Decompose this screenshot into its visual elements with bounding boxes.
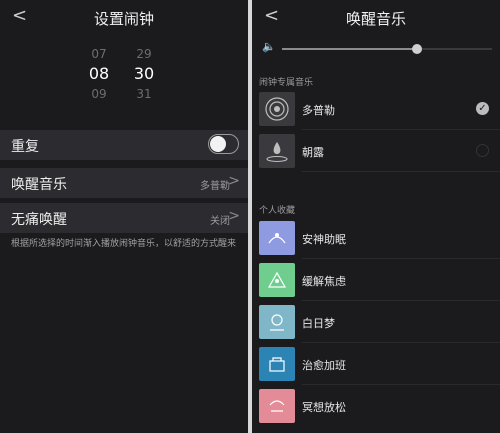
time-picker[interactable]: 07 08 09 29 30 31 bbox=[0, 44, 248, 106]
music-cover bbox=[259, 92, 295, 126]
speaker-icon: 🔈 bbox=[262, 40, 276, 53]
page-title: 唤醒音乐 bbox=[345, 10, 406, 28]
minute-selected: 30 bbox=[133, 64, 155, 83]
volume-slider-thumb[interactable] bbox=[412, 44, 422, 54]
chevron-right-icon: > bbox=[228, 173, 240, 189]
music-item-anxiety[interactable]: 缓解焦虑 bbox=[252, 259, 500, 301]
page-title: 设置闹钟 bbox=[93, 10, 154, 28]
music-name: 冥想放松 bbox=[302, 401, 346, 414]
music-name: 多普勒 bbox=[302, 104, 335, 117]
music-name: 白日梦 bbox=[302, 317, 335, 330]
music-cover bbox=[259, 389, 295, 423]
music-name: 朝露 bbox=[302, 146, 324, 159]
section-header-exclusive: 闹钟专属音乐 bbox=[259, 78, 314, 88]
music-cover bbox=[259, 347, 295, 381]
music-name: 缓解焦虑 bbox=[302, 275, 346, 288]
unchecked-circle-icon bbox=[476, 144, 489, 157]
music-item-dew[interactable]: 朝露 bbox=[252, 130, 500, 172]
music-item-sleep[interactable]: 安神助眠 bbox=[252, 217, 500, 259]
music-name: 安神助眠 bbox=[302, 233, 346, 246]
gentle-wake-description: 根据所选择的时间渐入播放闹钟音乐，以舒适的方式醒来 bbox=[11, 239, 237, 249]
music-cover bbox=[259, 305, 295, 339]
wake-music-row[interactable]: 唤醒音乐 多普勒 > bbox=[0, 168, 248, 198]
repeat-row: 重复 bbox=[0, 130, 248, 160]
toggle-knob bbox=[210, 136, 226, 152]
set-alarm-screen: < 设置闹钟 07 08 09 29 30 31 重复 唤醒音乐 多普勒 > 无… bbox=[0, 0, 248, 433]
minute-next: 31 bbox=[136, 87, 152, 101]
right-nav-bar: < 唤醒音乐 bbox=[252, 0, 500, 36]
music-item-doppler[interactable]: 多普勒 ✓ bbox=[252, 88, 500, 130]
music-cover bbox=[259, 263, 295, 297]
divider bbox=[302, 171, 500, 172]
left-nav-bar: < 设置闹钟 bbox=[0, 0, 248, 36]
wake-music-value: 多普勒 bbox=[200, 181, 230, 192]
check-icon: ✓ bbox=[476, 102, 489, 115]
music-item-daydream[interactable]: 白日梦 bbox=[252, 301, 500, 343]
repeat-label: 重复 bbox=[11, 139, 39, 155]
gentle-wake-label: 无痛唤醒 bbox=[11, 212, 67, 228]
volume-track-empty[interactable] bbox=[416, 48, 492, 50]
minute-prev: 29 bbox=[136, 47, 152, 61]
hour-next: 09 bbox=[91, 87, 107, 101]
gentle-wake-row[interactable]: 无痛唤醒 关闭 > bbox=[0, 203, 248, 233]
hour-selected: 08 bbox=[88, 64, 110, 83]
chevron-right-icon: > bbox=[228, 208, 240, 224]
repeat-toggle[interactable] bbox=[208, 134, 239, 154]
music-item-overtime[interactable]: 治愈加班 bbox=[252, 343, 500, 385]
music-cover bbox=[259, 134, 295, 168]
gentle-wake-value: 关闭 bbox=[210, 216, 230, 227]
volume-control: 🔈 bbox=[252, 40, 500, 58]
volume-track-filled[interactable] bbox=[282, 48, 416, 50]
wake-music-screen: < 唤醒音乐 🔈 闹钟专属音乐 多普勒 ✓ 朝露 个人收藏 安神助眠 缓解焦虑 … bbox=[252, 0, 500, 433]
section-header-favorites: 个人收藏 bbox=[259, 206, 296, 216]
hour-prev: 07 bbox=[91, 47, 107, 61]
music-name: 治愈加班 bbox=[302, 359, 346, 372]
minute-wheel[interactable]: 29 30 31 bbox=[124, 44, 164, 104]
music-cover bbox=[259, 221, 295, 255]
music-item-meditation[interactable]: 冥想放松 bbox=[252, 385, 500, 427]
hour-wheel[interactable]: 07 08 09 bbox=[79, 44, 119, 104]
wake-music-label: 唤醒音乐 bbox=[11, 177, 67, 193]
